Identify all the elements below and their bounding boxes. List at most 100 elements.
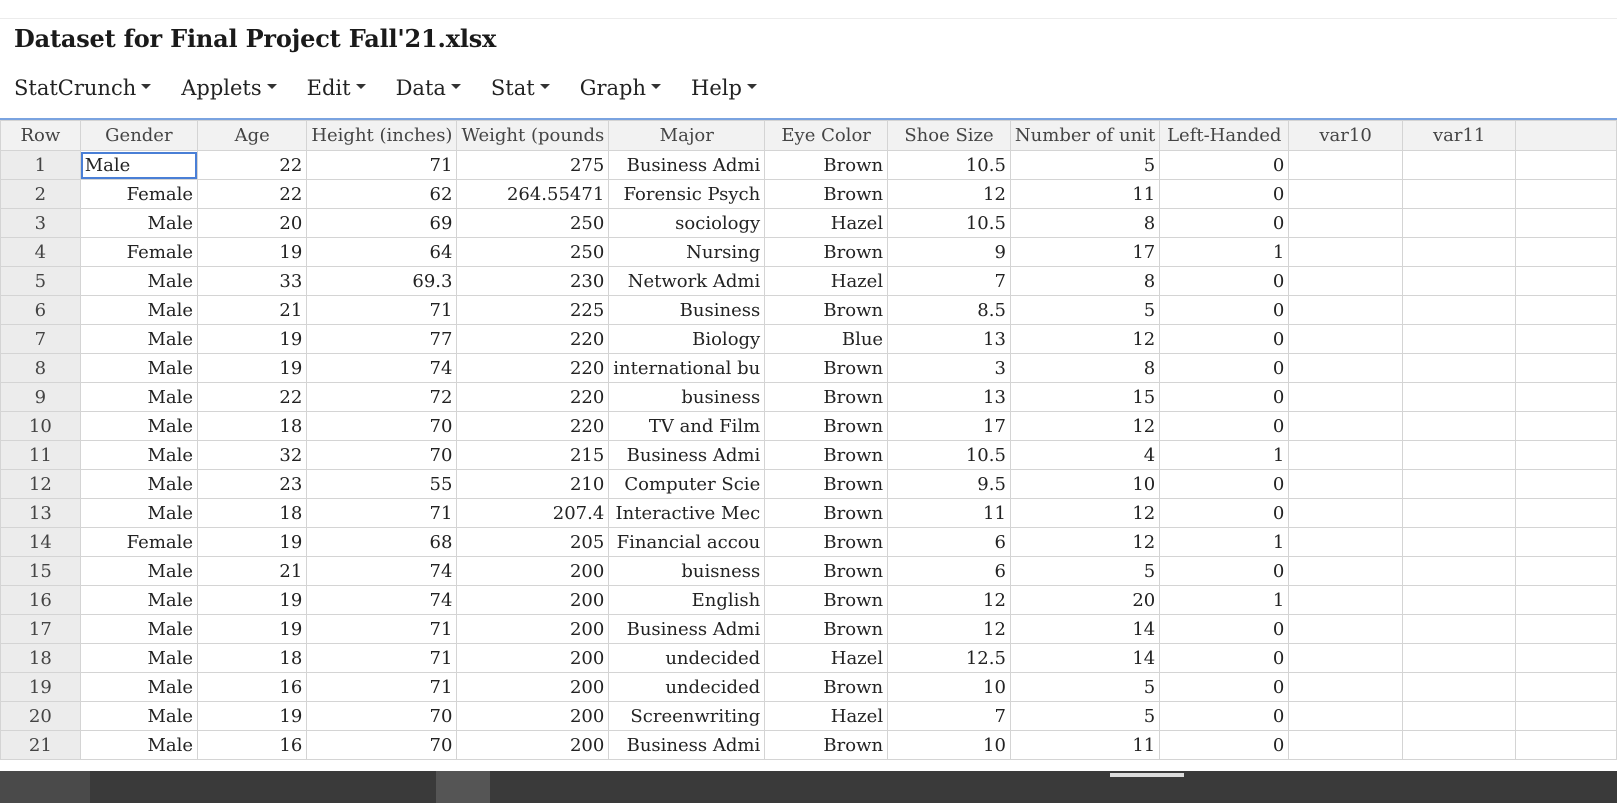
grid-cell[interactable]: 7 xyxy=(887,266,1011,296)
grid-cell[interactable] xyxy=(1288,266,1403,296)
grid-cell[interactable]: 18 xyxy=(197,643,308,673)
grid-cell[interactable] xyxy=(1515,411,1617,441)
grid-cell[interactable]: 0 xyxy=(1159,324,1290,354)
grid-cell[interactable]: 71 xyxy=(306,150,458,180)
grid-cell[interactable]: 0 xyxy=(1159,179,1290,209)
grid-cell[interactable]: 5 xyxy=(1009,672,1161,702)
grid-cell[interactable]: 250 xyxy=(456,237,610,267)
grid-cell[interactable]: 220 xyxy=(456,382,610,412)
grid-cell[interactable]: 23 xyxy=(197,469,308,499)
grid-cell[interactable] xyxy=(1515,324,1617,354)
grid-cell[interactable]: 0 xyxy=(1159,150,1290,180)
grid-cell[interactable]: 71 xyxy=(306,295,458,325)
grid-cell[interactable]: Male xyxy=(79,411,199,441)
grid-cell[interactable]: Blue xyxy=(764,324,889,354)
grid-cell[interactable]: 12 xyxy=(887,614,1011,644)
row-number[interactable]: 15 xyxy=(0,556,81,586)
grid-cell[interactable]: Brown xyxy=(764,237,889,267)
grid-cell[interactable]: 205 xyxy=(456,527,610,557)
grid-cell[interactable]: Brown xyxy=(764,295,889,325)
grid-cell[interactable]: 74 xyxy=(306,353,458,383)
grid-cell[interactable]: 14 xyxy=(1009,643,1161,673)
menu-statcrunch[interactable]: StatCrunch xyxy=(14,76,152,100)
grid-cell[interactable]: 8 xyxy=(1009,353,1161,383)
grid-cell[interactable]: 12 xyxy=(1009,411,1161,441)
grid-cell[interactable] xyxy=(1401,527,1517,557)
grid-cell[interactable] xyxy=(1401,643,1517,673)
grid-cell[interactable]: 264.55471 xyxy=(456,179,610,209)
row-number[interactable]: 17 xyxy=(0,614,81,644)
grid-cell[interactable] xyxy=(1288,585,1403,615)
grid-cell[interactable] xyxy=(1288,411,1403,441)
grid-cell[interactable]: Nursing xyxy=(608,237,766,267)
grid-cell[interactable]: 71 xyxy=(306,643,458,673)
grid-cell[interactable]: 10.5 xyxy=(887,208,1011,238)
grid-cell[interactable]: 32 xyxy=(197,440,308,470)
grid-cell[interactable]: Female xyxy=(79,179,199,209)
grid-cell[interactable]: 68 xyxy=(306,527,458,557)
grid-cell[interactable]: 19 xyxy=(197,324,308,354)
grid-cell[interactable]: Male xyxy=(79,353,199,383)
grid-cell[interactable]: 19 xyxy=(197,585,308,615)
row-number[interactable]: 4 xyxy=(0,237,81,267)
row-number[interactable]: 18 xyxy=(0,643,81,673)
grid-cell[interactable] xyxy=(1288,237,1403,267)
grid-cell[interactable] xyxy=(1401,498,1517,528)
grid-cell[interactable]: 19 xyxy=(197,237,308,267)
grid-cell[interactable] xyxy=(1515,614,1617,644)
grid-cell[interactable]: 220 xyxy=(456,353,610,383)
row-number[interactable]: 14 xyxy=(0,527,81,557)
grid-cell[interactable]: 215 xyxy=(456,440,610,470)
grid-cell[interactable]: 64 xyxy=(306,237,458,267)
grid-cell[interactable]: 74 xyxy=(306,585,458,615)
row-number[interactable]: 21 xyxy=(0,730,81,760)
grid-cell[interactable]: Male xyxy=(79,701,199,731)
grid-cell[interactable]: Male xyxy=(79,266,199,296)
grid-cell[interactable]: 0 xyxy=(1159,730,1290,760)
grid-cell[interactable] xyxy=(1401,730,1517,760)
grid-cell[interactable] xyxy=(1288,440,1403,470)
grid-cell[interactable] xyxy=(1515,672,1617,702)
grid-cell[interactable] xyxy=(1401,556,1517,586)
grid-cell[interactable]: Computer Scie xyxy=(608,469,766,499)
grid-cell[interactable]: 12 xyxy=(887,179,1011,209)
grid-cell[interactable]: Brown xyxy=(764,179,889,209)
grid-cell[interactable]: 0 xyxy=(1159,643,1290,673)
row-number[interactable]: 13 xyxy=(0,498,81,528)
grid-cell[interactable] xyxy=(1515,266,1617,296)
row-number[interactable]: 11 xyxy=(0,440,81,470)
grid-cell[interactable] xyxy=(1515,208,1617,238)
grid-cell[interactable]: 71 xyxy=(306,614,458,644)
row-number[interactable]: 7 xyxy=(0,324,81,354)
grid-cell[interactable]: 3 xyxy=(887,353,1011,383)
row-number[interactable]: 2 xyxy=(0,179,81,209)
grid-cell[interactable]: 10 xyxy=(887,672,1011,702)
grid-cell[interactable] xyxy=(1515,440,1617,470)
grid-cell[interactable] xyxy=(1401,353,1517,383)
grid-cell[interactable] xyxy=(1401,382,1517,412)
grid-cell[interactable]: Male xyxy=(79,440,199,470)
column-header[interactable]: var11 xyxy=(1401,120,1517,151)
selected-cell[interactable]: Male xyxy=(79,150,199,180)
grid-cell[interactable] xyxy=(1515,730,1617,760)
grid-cell[interactable] xyxy=(1401,295,1517,325)
grid-cell[interactable]: 22 xyxy=(197,382,308,412)
grid-cell[interactable]: 10.5 xyxy=(887,440,1011,470)
grid-cell[interactable]: 200 xyxy=(456,701,610,731)
grid-cell[interactable]: Network Admi xyxy=(608,266,766,296)
column-header[interactable]: Age xyxy=(197,120,308,151)
grid-cell[interactable]: 19 xyxy=(197,527,308,557)
grid-cell[interactable]: Hazel xyxy=(764,701,889,731)
grid-cell[interactable]: 20 xyxy=(1009,585,1161,615)
grid-cell[interactable]: 0 xyxy=(1159,411,1290,441)
row-number[interactable]: 3 xyxy=(0,208,81,238)
grid-cell[interactable] xyxy=(1288,353,1403,383)
grid-cell[interactable]: business xyxy=(608,382,766,412)
grid-cell[interactable]: Male xyxy=(79,469,199,499)
grid-cell[interactable]: Hazel xyxy=(764,266,889,296)
grid-cell[interactable]: 0 xyxy=(1159,208,1290,238)
grid-cell[interactable]: 8.5 xyxy=(887,295,1011,325)
grid-cell[interactable]: Interactive Mec xyxy=(608,498,766,528)
grid-cell[interactable]: 275 xyxy=(456,150,610,180)
grid-cell[interactable]: 19 xyxy=(197,353,308,383)
